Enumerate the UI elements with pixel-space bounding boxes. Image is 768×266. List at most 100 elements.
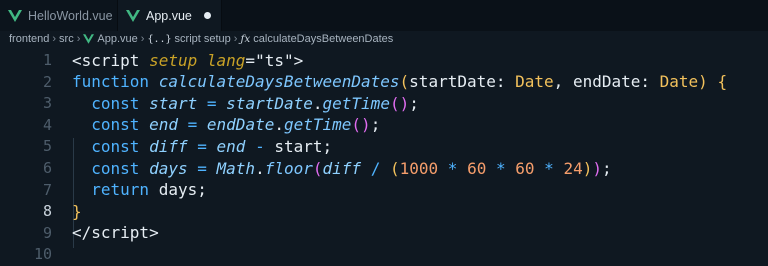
code-line[interactable]: 9 </script> xyxy=(0,222,768,244)
code-line[interactable]: 7 return days; xyxy=(0,179,768,201)
code-token: 60 xyxy=(515,158,535,178)
code-token: start xyxy=(149,93,198,113)
line-number: 3 xyxy=(42,94,52,113)
breadcrumb-label: script setup xyxy=(174,33,231,45)
code-token: floor xyxy=(264,158,313,178)
code-token: . xyxy=(312,93,323,113)
code-line[interactable]: 3 const start = startDate.getTime(); xyxy=(0,92,768,114)
code-token: Date xyxy=(659,72,699,92)
code-line[interactable]: 2 function calculateDaysBetweenDates(star… xyxy=(0,71,768,93)
code-token: function xyxy=(72,72,150,92)
code-token: = xyxy=(197,158,207,178)
code-token: } xyxy=(72,201,82,221)
code-token: ( xyxy=(312,158,323,178)
chevron-right-icon: › xyxy=(233,33,238,45)
code-token: = xyxy=(187,115,198,135)
code-line[interactable]: 8} xyxy=(0,200,768,222)
tab-label: HelloWorld.vue xyxy=(28,8,113,23)
code-token: getTime xyxy=(322,93,390,113)
code-token: ; xyxy=(601,158,612,178)
line-number: 10 xyxy=(33,245,52,264)
code-token: - xyxy=(255,136,265,156)
code-token: end xyxy=(149,115,178,135)
breadcrumb-item-src[interactable]: src xyxy=(59,33,74,45)
code-text: </script> xyxy=(72,223,159,242)
code-token: ; xyxy=(370,115,381,135)
code-token: end xyxy=(216,136,246,156)
code-token: 1000 xyxy=(399,158,439,178)
code-token: startDate xyxy=(226,93,313,113)
vue-file-icon xyxy=(8,9,22,22)
breadcrumb-label: App.vue xyxy=(97,33,138,45)
code-line[interactable]: 10 xyxy=(0,243,768,265)
code-token: Math xyxy=(216,158,256,178)
code-token: const xyxy=(91,158,140,178)
code-token: < xyxy=(72,50,82,70)
code-token: , endDate: xyxy=(553,72,660,92)
code-text: const end = endDate.getTime(); xyxy=(72,115,380,134)
code-line[interactable]: 6 const days = Math.floor(diff / (1000 *… xyxy=(0,157,768,179)
code-token: lang xyxy=(206,50,246,70)
code-line[interactable]: 1 <script setup lang="ts"> xyxy=(0,49,768,71)
chevron-right-icon: › xyxy=(52,33,57,45)
breadcrumb-item-frontend[interactable]: frontend xyxy=(9,33,49,45)
unsaved-changes-icon[interactable] xyxy=(204,12,211,19)
code-token: calculateDaysBetweenDates xyxy=(158,72,400,92)
line-number: 4 xyxy=(42,115,52,134)
tab-app-vue[interactable]: App.vue xyxy=(118,0,222,31)
code-token: ) xyxy=(698,72,708,92)
breadcrumb-item-function[interactable]: ƒx calculateDaysBetweenDates xyxy=(240,33,393,45)
code-token: = xyxy=(245,50,256,70)
code-token: ; xyxy=(409,93,419,113)
code-editor[interactable]: 1 <script setup lang="ts"> 2 function calcu… xyxy=(0,47,768,266)
code-token: script xyxy=(91,223,150,243)
vue-file-icon xyxy=(83,34,95,44)
code-token: endDate xyxy=(206,115,275,135)
code-token: const xyxy=(91,93,140,113)
breadcrumb-item-app-vue[interactable]: App.vue xyxy=(83,33,138,45)
code-token: > xyxy=(293,50,304,70)
code-token: ) xyxy=(582,158,593,178)
line-number: 2 xyxy=(42,72,52,91)
code-token: 60 xyxy=(467,158,487,178)
breadcrumb-item-script-setup[interactable]: {..} script setup xyxy=(147,33,230,45)
code-token: * xyxy=(544,158,554,178)
code-token: () xyxy=(351,115,371,135)
code-line[interactable]: 5 const diff = end - start; xyxy=(0,135,768,157)
code-token: script xyxy=(81,50,140,70)
code-line[interactable]: 4 const end = endDate.getTime(); xyxy=(0,114,768,136)
breadcrumb-label: calculateDaysBetweenDates xyxy=(253,33,394,45)
code-token: "ts" xyxy=(255,50,294,70)
code-token: * xyxy=(447,158,458,178)
tab-helloworld-vue[interactable]: HelloWorld.vue xyxy=(0,0,118,31)
tab-label: App.vue xyxy=(146,8,192,23)
code-token: > xyxy=(149,223,159,243)
code-token: . xyxy=(255,158,265,178)
code-token: const xyxy=(91,115,140,135)
line-number: 9 xyxy=(42,223,52,242)
code-token: start; xyxy=(264,136,333,156)
code-token: Date xyxy=(515,72,554,92)
vue-file-icon xyxy=(126,9,140,22)
line-number: 8 xyxy=(42,202,52,221)
line-number: 5 xyxy=(42,137,52,156)
